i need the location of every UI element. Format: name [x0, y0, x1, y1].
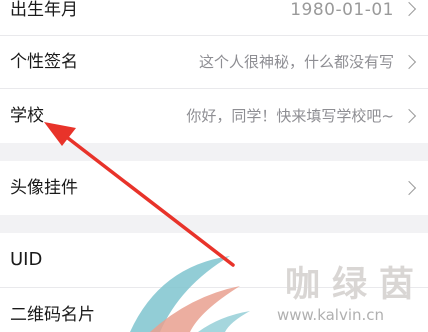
school-value: 你好，同学！快来填写学校吧~ — [186, 107, 394, 125]
uid-label: UID — [10, 249, 43, 270]
chevron-right-icon — [401, 1, 417, 17]
birth-date-label: 出生年月 — [10, 0, 78, 20]
chevron-right-icon — [401, 54, 417, 70]
row-qr-card[interactable]: 二维码名片 — [0, 288, 428, 332]
row-avatar-pendant[interactable]: 头像挂件 — [0, 161, 428, 215]
row-birth-date[interactable]: 出生年月 1980-01-01 — [0, 0, 428, 35]
chevron-right-icon — [401, 180, 417, 196]
row-signature[interactable]: 个性签名 这个人很神秘，什么都没有写 — [0, 36, 428, 88]
signature-value: 这个人很神秘，什么都没有写 — [198, 53, 394, 71]
birth-date-value: 1980-01-01 — [290, 0, 394, 20]
avatar-pendant-label: 头像挂件 — [10, 178, 78, 198]
signature-label: 个性签名 — [10, 52, 78, 72]
qr-card-label: 二维码名片 — [10, 305, 95, 325]
chevron-right-icon — [401, 108, 417, 124]
row-school[interactable]: 学校 你好，同学！快来填写学校吧~ — [0, 89, 428, 143]
school-label: 学校 — [10, 106, 44, 126]
row-uid: UID — [0, 233, 428, 287]
